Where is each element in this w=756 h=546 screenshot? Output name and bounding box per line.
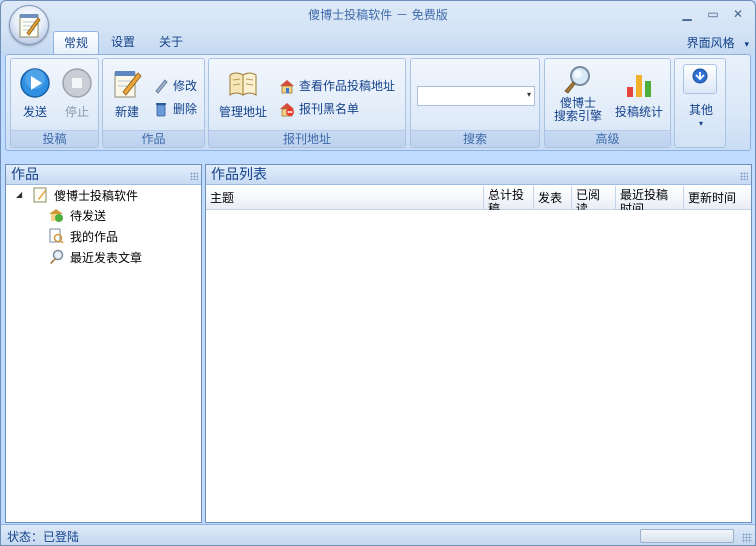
pending-send-icon — [48, 207, 64, 223]
grip-icon[interactable] — [190, 172, 198, 180]
group-label-advanced: 高级 — [545, 130, 670, 147]
submission-stats-button[interactable]: 投稿统计 — [611, 67, 667, 120]
house-icon — [279, 78, 295, 94]
edit-work-label: 修改 — [173, 79, 198, 93]
notepad-icon — [19, 14, 41, 38]
new-work-button[interactable]: 新建 — [107, 67, 147, 120]
submission-stats-label: 投稿统计 — [614, 105, 663, 119]
house-blocked-icon — [279, 101, 295, 117]
view-submission-address-label: 查看作品投稿地址 — [299, 79, 396, 93]
works-panel-header: 作品 — [6, 165, 201, 185]
close-button[interactable]: ✕ — [730, 7, 746, 21]
delete-work-label: 删除 — [173, 102, 198, 116]
magnifier-icon — [562, 65, 594, 95]
works-table-header: 主题 总计投稿 发表 已阅读 最近投稿时间 更新时间 — [206, 186, 751, 210]
skin-style-menu[interactable]: 界面风格 ▾ — [687, 34, 749, 51]
works-list-title: 作品列表 — [211, 167, 267, 183]
tree-expander-icon[interactable]: ◢ — [16, 190, 22, 199]
send-label: 发送 — [22, 105, 47, 119]
works-panel-title: 作品 — [11, 167, 39, 183]
progress-bar — [640, 529, 734, 543]
pencil-icon — [153, 78, 169, 94]
group-label-journal: 报刊地址 — [209, 130, 405, 147]
skin-style-label: 界面风格 — [686, 36, 735, 50]
group-label-works: 作品 — [103, 130, 204, 147]
edit-work-button[interactable]: 修改 — [153, 77, 197, 95]
resize-grip-icon[interactable] — [742, 533, 752, 543]
other-menu-label: 其他 — [688, 103, 713, 117]
status-bar: 状态：已登陆 — [1, 524, 755, 545]
column-update-time[interactable]: 更新时间 — [684, 186, 751, 210]
down-arrow-circle-icon — [692, 68, 708, 84]
search-combo[interactable]: ▾ — [417, 86, 535, 106]
stop-button[interactable]: 停止 — [57, 67, 97, 120]
journal-blacklist-label: 报刊黑名单 — [299, 102, 360, 116]
bar-chart-icon — [623, 67, 655, 99]
new-work-label: 新建 — [114, 105, 139, 119]
window-title: 傻博士投稿软件 － 免费版 — [308, 8, 448, 22]
group-submit: 发送 停止 投稿 — [10, 58, 99, 148]
tree-item-recent-articles-label: 最近发表文章 — [70, 251, 143, 265]
trash-icon — [153, 101, 169, 117]
tree-item-recent-articles[interactable]: 最近发表文章 — [48, 248, 142, 268]
tab-about[interactable]: 关于 — [149, 31, 193, 53]
document-search-icon — [48, 228, 64, 244]
title-bar[interactable]: 傻博士投稿软件 － 免费版 ▁ ▭ ✕ — [1, 1, 755, 29]
play-icon — [19, 67, 51, 99]
column-subject[interactable]: 主题 — [206, 186, 484, 210]
magnifier-icon — [48, 249, 64, 265]
group-other: 其他 ▾ — [674, 58, 726, 148]
manage-address-button[interactable]: 管理地址 — [215, 67, 271, 120]
minimize-button[interactable]: ▁ — [679, 7, 695, 21]
status-text: 状态：已登陆 — [7, 530, 80, 544]
works-list-panel: 作品列表 主题 总计投稿 发表 已阅读 最近投稿时间 更新时间 — [205, 164, 752, 523]
chevron-down-icon: ▾ — [744, 40, 749, 50]
group-advanced: 傻博士 搜索引擎 投稿统计 高级 — [544, 58, 671, 148]
column-last-submission-time[interactable]: 最近投稿时间 — [616, 186, 684, 210]
tree-item-my-works-label: 我的作品 — [70, 230, 119, 244]
stop-icon — [61, 67, 93, 99]
tab-settings[interactable]: 设置 — [101, 31, 145, 53]
grip-icon[interactable] — [740, 172, 748, 180]
group-label-submit: 投稿 — [11, 130, 98, 147]
new-document-icon — [111, 67, 143, 99]
ribbon: 发送 停止 投稿 新建 修改 删除 作品 管理地址 查看作品投稿地址 报刊黑名单… — [5, 54, 751, 151]
app-menu-orb[interactable] — [9, 5, 49, 45]
tree-root[interactable]: 傻博士投稿软件 — [32, 186, 138, 206]
notepad-icon — [32, 187, 48, 203]
search-engine-label-2: 搜索引擎 — [553, 109, 602, 123]
other-menu-button[interactable] — [683, 64, 717, 94]
works-tree: ◢ 傻博士投稿软件 待发送 我的作品 最近发表文章 — [6, 186, 201, 522]
address-book-icon — [227, 67, 259, 99]
ribbon-tabs: 常规 设置 关于 界面风格 ▾ — [1, 29, 755, 55]
manage-address-label: 管理地址 — [218, 105, 267, 119]
column-read[interactable]: 已阅读 — [572, 186, 616, 210]
journal-blacklist-button[interactable]: 报刊黑名单 — [279, 100, 359, 118]
group-journal-address: 管理地址 查看作品投稿地址 报刊黑名单 报刊地址 — [208, 58, 406, 148]
tab-general[interactable]: 常规 — [53, 31, 100, 55]
send-button[interactable]: 发送 — [15, 67, 55, 120]
view-submission-address-button[interactable]: 查看作品投稿地址 — [279, 77, 395, 95]
stop-label: 停止 — [64, 105, 89, 119]
group-label-search: 搜索 — [411, 130, 539, 147]
app-window: 傻博士投稿软件 － 免费版 ▁ ▭ ✕ 常规 设置 关于 界面风格 ▾ 发送 停… — [0, 0, 756, 546]
works-panel: 作品 ◢ 傻博士投稿软件 待发送 我的作品 最近发表文章 — [5, 164, 202, 523]
group-search: ▾ 搜索 — [410, 58, 540, 148]
tree-item-pending[interactable]: 待发送 — [48, 206, 106, 226]
tree-root-label: 傻博士投稿软件 — [54, 189, 139, 203]
chevron-down-icon[interactable]: ▾ — [527, 90, 531, 99]
delete-work-button[interactable]: 删除 — [153, 100, 197, 118]
column-total-submissions[interactable]: 总计投稿 — [484, 186, 534, 210]
group-works: 新建 修改 删除 作品 — [102, 58, 205, 148]
tree-item-my-works[interactable]: 我的作品 — [48, 227, 118, 247]
tree-item-pending-label: 待发送 — [70, 209, 107, 223]
works-list-header: 作品列表 — [206, 165, 751, 185]
column-published[interactable]: 发表 — [534, 186, 572, 210]
search-engine-button[interactable]: 傻博士 搜索引擎 — [549, 65, 607, 123]
maximize-button[interactable]: ▭ — [705, 7, 721, 21]
chevron-down-icon: ▾ — [698, 119, 703, 128]
